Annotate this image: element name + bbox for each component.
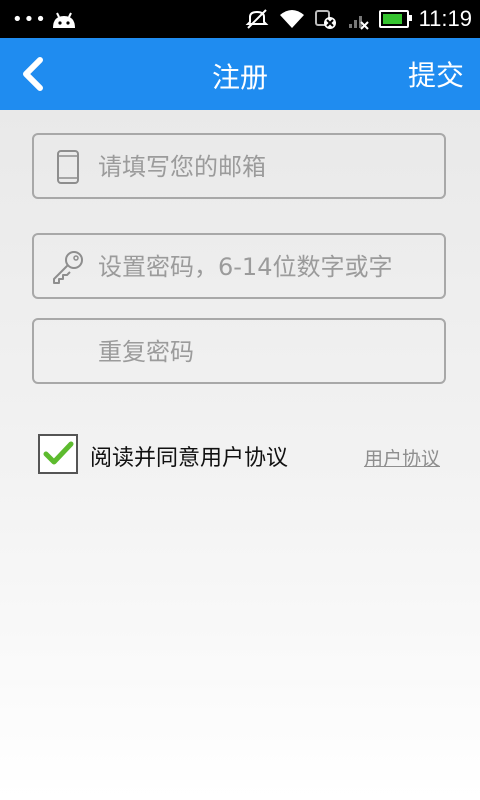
title-bar: 注册 提交 <box>0 38 480 110</box>
phone-icon <box>57 150 79 184</box>
confirm-password-input[interactable] <box>98 330 432 374</box>
agree-label: 阅读并同意用户协议 <box>90 446 289 471</box>
email-field-box <box>32 133 446 199</box>
password-field-box <box>32 233 446 299</box>
android-icon <box>53 12 75 28</box>
status-bar: ••• 11:19 <box>0 0 480 38</box>
agree-checkbox[interactable] <box>38 434 78 474</box>
submit-button[interactable]: 提交 <box>408 54 464 94</box>
email-input[interactable] <box>98 145 432 189</box>
checkmark-icon <box>43 441 74 465</box>
battery-icon <box>378 10 412 28</box>
more-dots-icon: ••• <box>12 9 47 30</box>
user-agreement-link[interactable]: 用户协议 <box>364 444 440 471</box>
agree-row: 阅读并同意用户协议 用户协议 <box>38 432 448 478</box>
status-time: 11:19 <box>418 6 472 31</box>
register-form: 阅读并同意用户协议 用户协议 <box>0 110 480 800</box>
confirm-password-field-box <box>32 318 446 384</box>
data-icon <box>314 10 336 29</box>
password-input[interactable] <box>98 245 432 289</box>
key-icon <box>53 251 83 284</box>
wifi-icon <box>279 10 304 28</box>
mute-icon <box>245 9 268 29</box>
signal-icon <box>348 16 369 30</box>
